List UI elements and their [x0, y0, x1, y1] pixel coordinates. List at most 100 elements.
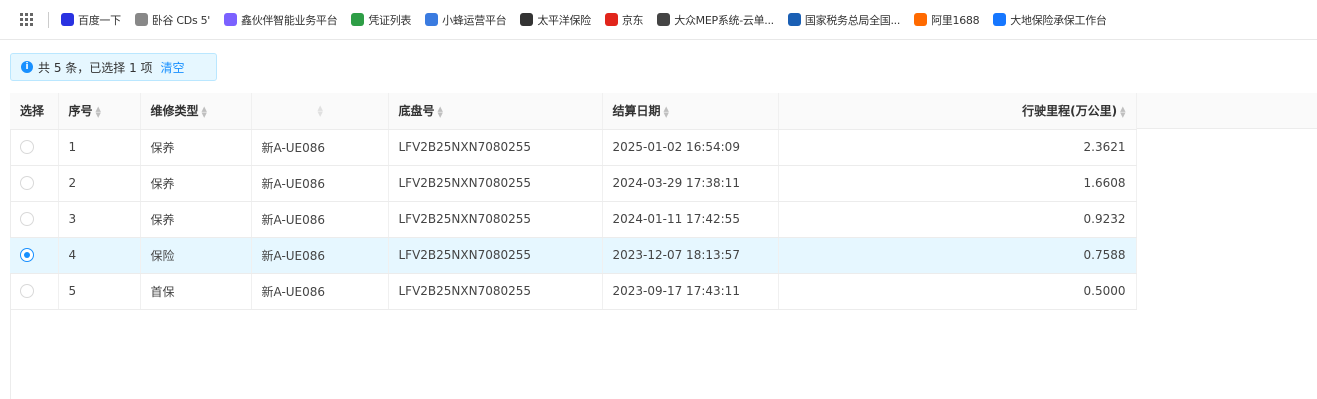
- link-icon: [134, 13, 148, 26]
- cell-plate: 新A-UE086: [251, 165, 389, 202]
- table-row[interactable]: 1 保养 新A-UE086 LFV2B25NXN7080255 2025-01-02 1…: [10, 129, 1137, 166]
- jd-icon: [604, 13, 618, 26]
- row-select-radio[interactable]: [20, 212, 34, 227]
- cell-repair-type: 首保: [140, 273, 252, 310]
- bookmark-item[interactable]: 京东: [604, 12, 644, 28]
- column-header-plate[interactable]: ▲ ▼: [251, 93, 389, 130]
- sort-icon[interactable]: ▲ ▼: [1120, 105, 1125, 118]
- table-row[interactable]: 3 保养 新A-UE086 LFV2B25NXN7080255 2024-01-11 1…: [10, 201, 1137, 238]
- tax-icon: [787, 13, 801, 26]
- bookmark-item[interactable]: 国家税务总局全国...: [787, 12, 901, 28]
- column-header-seq[interactable]: 序号 ▲ ▼: [58, 93, 141, 130]
- cell-settle-date: 2023-09-17 17:43:11: [602, 273, 779, 310]
- sort-icon[interactable]: ▲ ▼: [96, 105, 101, 118]
- sort-icon[interactable]: ▲ ▼: [318, 105, 323, 118]
- dadi-icon: [993, 13, 1007, 26]
- cell-select: [10, 165, 59, 202]
- sort-icon[interactable]: ▲ ▼: [202, 105, 207, 118]
- table-row[interactable]: 5 首保 新A-UE086 LFV2B25NXN7080255 2023-09-17 1…: [10, 273, 1137, 310]
- cell-repair-type: 保养: [140, 129, 252, 166]
- cell-seq: 3: [58, 201, 141, 238]
- cell-mileage: 0.5000: [778, 273, 1137, 310]
- cell-repair-type: 保养: [140, 201, 252, 238]
- cell-seq: 4: [58, 237, 141, 274]
- clear-selection-link[interactable]: 清空: [161, 59, 185, 76]
- info-icon: i: [21, 61, 33, 73]
- cell-vin: LFV2B25NXN7080255: [388, 201, 603, 238]
- baidu-icon: [61, 13, 74, 26]
- cell-vin: LFV2B25NXN7080255: [388, 129, 603, 166]
- table-header-row: 选择 序号 ▲ ▼ 维修类型 ▲ ▼ ▲ ▼ 底盘号 ▲ ▼ 结算日期 ▲ ▼ 行驶里程(万公里)…: [10, 93, 1137, 130]
- cell-settle-date: 2023-12-07 18:13:57: [602, 237, 779, 274]
- selection-summary: 共 5 条，已选择 1 项: [38, 60, 153, 75]
- bookmark-label: 大众MEP系统-云单...: [674, 13, 774, 27]
- table-body: 1 保养 新A-UE086 LFV2B25NXN7080255 2025-01-02 1…: [10, 129, 1137, 310]
- bookmark-item[interactable]: 太平洋保险: [520, 12, 591, 28]
- sort-icon[interactable]: ▲ ▼: [438, 105, 443, 118]
- bookmark-label: 阿里1688: [931, 13, 980, 27]
- cell-settle-date: 2024-01-11 17:42:55: [602, 201, 779, 238]
- cell-mileage: 2.3621: [778, 129, 1137, 166]
- cell-vin: LFV2B25NXN7080255: [388, 273, 603, 310]
- cell-select: [10, 129, 59, 166]
- bookmark-label: 京东: [621, 13, 644, 27]
- cell-select: [10, 201, 59, 238]
- bookmark-label: 小蜂运营平台: [442, 13, 507, 27]
- table-row[interactable]: 4 保险 新A-UE086 LFV2B25NXN7080255 2023-12-07 1…: [10, 237, 1137, 274]
- cell-settle-date: 2025-01-02 16:54:09: [602, 129, 779, 166]
- row-select-radio[interactable]: [20, 140, 34, 155]
- records-table-container: 选择 序号 ▲ ▼ 维修类型 ▲ ▼ ▲ ▼ 底盘号 ▲ ▼ 结算日期 ▲ ▼ 行驶里程(万公里)…: [10, 93, 1137, 310]
- row-select-radio[interactable]: [20, 248, 34, 263]
- column-header-vin[interactable]: 底盘号 ▲ ▼: [388, 93, 603, 130]
- cell-select: [10, 273, 59, 310]
- column-header-settle-date[interactable]: 结算日期 ▲ ▼: [602, 93, 779, 130]
- ali-icon: [914, 13, 928, 26]
- cell-mileage: 1.6608: [778, 165, 1137, 202]
- cell-plate: 新A-UE086: [251, 237, 389, 274]
- row-select-radio[interactable]: [20, 284, 34, 299]
- bookmark-item[interactable]: 大众MEP系统-云单...: [657, 12, 774, 28]
- cell-mileage: 0.9232: [778, 201, 1137, 238]
- cell-plate: 新A-UE086: [251, 129, 389, 166]
- column-header-repair-type[interactable]: 维修类型 ▲ ▼: [140, 93, 252, 130]
- bookmarks-bar: 百度一下 卧谷 CDs 5' 鑫伙伴智能业务平台 凭证列表 小蜂运营平台 太平洋保险 京东 大…: [0, 0, 1317, 40]
- cell-repair-type: 保险: [140, 237, 252, 274]
- records-table: 选择 序号 ▲ ▼ 维修类型 ▲ ▼ ▲ ▼ 底盘号 ▲ ▼ 结算日期 ▲ ▼ 行驶里程(万公里)…: [10, 93, 1137, 310]
- selection-alert: i 共 5 条，已选择 1 项 清空: [10, 53, 217, 81]
- bookmark-label: 鑫伙伴智能业务平台: [241, 13, 338, 27]
- bookmarks-divider: [48, 11, 49, 28]
- bookmark-item[interactable]: 大地保险承保工作台: [993, 12, 1107, 28]
- cell-vin: LFV2B25NXN7080255: [388, 165, 603, 202]
- cell-plate: 新A-UE086: [251, 201, 389, 238]
- bookmark-label: 太平洋保险: [537, 13, 591, 27]
- bookmark-label: 国家税务总局全国...: [804, 13, 901, 27]
- bookmark-item[interactable]: 凭证列表: [351, 12, 411, 28]
- bookmark-item[interactable]: 百度一下: [61, 12, 121, 28]
- bookmark-item[interactable]: 小蜂运营平台: [425, 12, 507, 28]
- row-select-radio[interactable]: [20, 176, 34, 191]
- table-row[interactable]: 2 保养 新A-UE086 LFV2B25NXN7080255 2024-03-29 1…: [10, 165, 1137, 202]
- bookmark-label: 百度一下: [78, 13, 121, 27]
- table-header-filler: [1136, 93, 1317, 129]
- column-header-mileage[interactable]: 行驶里程(万公里) ▲ ▼: [778, 93, 1137, 130]
- cell-mileage: 0.7588: [778, 237, 1137, 274]
- cell-plate: 新A-UE086: [251, 273, 389, 310]
- cell-seq: 5: [58, 273, 141, 310]
- bookmark-item[interactable]: 卧谷 CDs 5': [134, 12, 210, 28]
- globe-icon: [520, 13, 534, 26]
- column-header-select: 选择: [10, 93, 59, 130]
- apps-grid-icon[interactable]: [20, 12, 34, 27]
- cell-seq: 1: [58, 129, 141, 166]
- voucher-icon: [351, 13, 365, 26]
- bookmark-label: 凭证列表: [368, 13, 412, 27]
- cell-vin: LFV2B25NXN7080255: [388, 237, 603, 274]
- cell-repair-type: 保养: [140, 165, 252, 202]
- vw-icon: [657, 13, 671, 26]
- bookmark-item[interactable]: 鑫伙伴智能业务平台: [224, 12, 338, 28]
- bookmark-item[interactable]: 阿里1688: [914, 12, 980, 28]
- ops-icon: [425, 13, 439, 26]
- cell-seq: 2: [58, 165, 141, 202]
- sort-icon[interactable]: ▲ ▼: [664, 105, 669, 118]
- platform-icon: [224, 13, 238, 26]
- bookmark-label: 大地保险承保工作台: [1010, 13, 1107, 27]
